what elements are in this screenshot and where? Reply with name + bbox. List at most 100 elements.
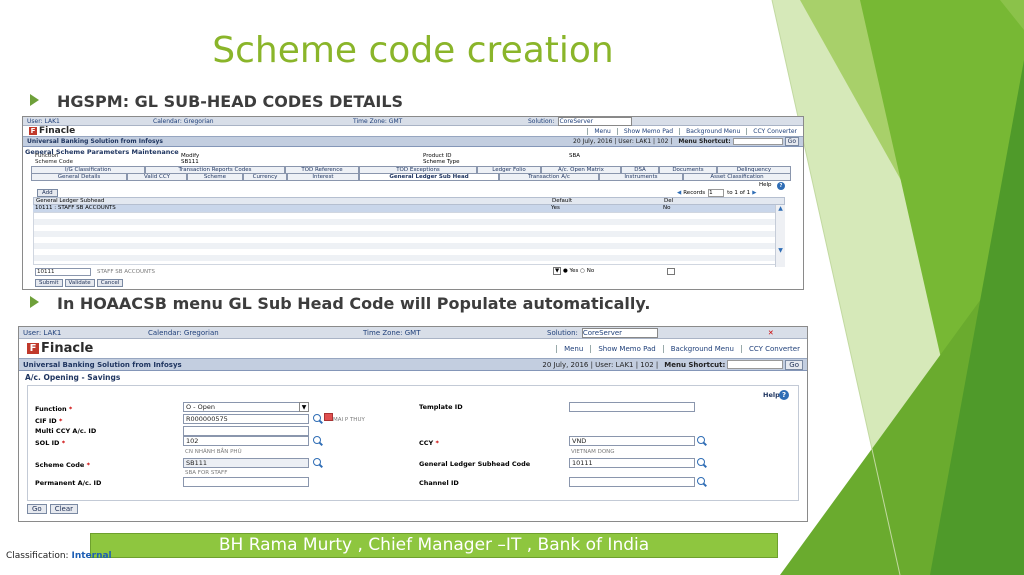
memo-pad-link[interactable]: Show Memo Pad — [616, 127, 679, 135]
add-button[interactable]: Add — [37, 189, 58, 197]
memo-pad-link[interactable]: Show Memo Pad — [590, 344, 662, 353]
gl-search-icon[interactable] — [697, 458, 708, 469]
ubs-bar: Universal Banking Solution from Infosys … — [23, 137, 803, 147]
tab-row-2: General Details Valid CCY Scheme Currenc… — [31, 173, 791, 181]
cif-id-field[interactable]: R000000575 — [183, 414, 309, 424]
tab-currency[interactable]: Currency — [243, 173, 287, 181]
tab-instruments[interactable]: Instruments — [599, 173, 683, 181]
row-subhead: 10111 : STAFF SB ACCOUNTS — [35, 205, 116, 211]
multi-ccy-field[interactable] — [183, 426, 309, 436]
record-from-input[interactable]: 1 — [708, 189, 725, 197]
cif-profile-icon[interactable] — [324, 413, 333, 421]
gl-code-field[interactable]: 10111 — [35, 268, 91, 276]
help-icon[interactable]: ? — [777, 182, 785, 190]
footer-banner: BH Rama Murty , Chief Manager –IT , Bank… — [90, 533, 778, 558]
validate-button[interactable]: Validate — [64, 279, 95, 287]
tab-gl-subhead[interactable]: General Ledger Sub Head — [359, 173, 499, 181]
permanent-ac-label: Permanent A/c. ID — [35, 479, 102, 487]
menu-shortcut-input[interactable] — [727, 360, 784, 369]
product-block: Product ID Scheme Type — [423, 153, 460, 165]
classification-value: Internal — [71, 551, 112, 561]
finacle-screenshot-ac-opening: User: LAK1 Calendar: Gregorian Time Zone… — [18, 326, 808, 522]
finacle-logo: F Finacle — [23, 126, 75, 136]
help-link[interactable]: Help — [763, 391, 780, 399]
logout-icon[interactable]: ✕ — [768, 329, 774, 337]
default-select[interactable]: ▼ — [553, 267, 562, 275]
background-menu-link[interactable]: Background Menu — [662, 344, 741, 353]
product-values: SBA — [569, 153, 580, 159]
tab-valid-ccy[interactable]: Valid CCY — [127, 173, 187, 181]
solution-select[interactable]: CoreServer — [558, 117, 633, 126]
cif-search-icon[interactable] — [313, 414, 324, 425]
help-link[interactable]: Help — [759, 182, 772, 188]
scheme-name-hint: SBA FOR STAFF — [185, 470, 228, 476]
finacle-logo-text: Finacle — [39, 126, 76, 136]
menu-link[interactable]: Menu — [587, 127, 616, 135]
sol-search-icon[interactable] — [313, 436, 324, 447]
background-menu-link[interactable]: Background Menu — [679, 127, 746, 135]
bullet-arrow-icon — [30, 94, 39, 106]
menu-shortcut-label: Menu Shortcut: — [678, 138, 731, 145]
menu-link[interactable]: Menu — [556, 344, 590, 353]
top-menus: Menu Show Memo Pad Background Menu CCY C… — [587, 127, 803, 135]
no-radio-label[interactable]: No — [587, 268, 594, 274]
ccy-search-icon[interactable] — [697, 436, 708, 447]
th-gl-subhead: General Ledger Subhead — [36, 198, 105, 204]
channel-id-field[interactable] — [569, 477, 695, 487]
action-buttons: Go Clear — [27, 504, 79, 514]
function-select[interactable]: O - Open — [183, 402, 309, 412]
sol-name-hint: CN NHÁNH BẮN PHÚ — [185, 449, 242, 455]
date-info: 20 July, 2016 | User: LAK1 | 102 | — [573, 138, 673, 145]
scheme-code-value: SB111 — [181, 159, 199, 165]
prev-record-icon[interactable]: ◀ — [677, 190, 681, 196]
permanent-ac-field[interactable] — [183, 477, 309, 487]
bullet-hoaacsb: In HOAACSB menu GL Sub Head Code will Po… — [30, 294, 650, 313]
go-button[interactable]: Go — [784, 137, 799, 146]
cancel-button[interactable]: Cancel — [96, 279, 124, 287]
action-buttons: Submit Validate Cancel — [35, 279, 124, 287]
table-row[interactable]: 10111 : STAFF SB ACCOUNTS Yes No — [33, 205, 785, 212]
clear-button[interactable]: Clear — [49, 504, 79, 514]
slide: Scheme code creation HGSPM: GL SUB-HEAD … — [0, 0, 1024, 575]
template-id-field[interactable] — [569, 402, 695, 412]
ccy-converter-link[interactable]: CCY Converter — [746, 127, 803, 135]
channel-search-icon[interactable] — [697, 477, 708, 488]
table-scrollbar[interactable]: ▲ ▼ — [775, 205, 785, 267]
sol-id-field[interactable]: 102 — [183, 436, 309, 446]
next-record-icon[interactable]: ▶ — [752, 190, 756, 196]
tab-transaction-ac[interactable]: Transaction A/c — [499, 173, 599, 181]
calendar-label: Calendar: Gregorian — [148, 328, 219, 337]
gl-subhead-label: General Ledger Subhead Code — [419, 460, 531, 468]
gl-subhead-field[interactable]: 10111 — [569, 458, 695, 468]
scheme-code-field[interactable]: SB111 — [183, 458, 309, 468]
finacle-logo: F Finacle — [19, 341, 93, 356]
page-title: A/c. Opening - Savings — [25, 373, 121, 382]
ccy-field[interactable]: VND — [569, 436, 695, 446]
menu-shortcut-input[interactable] — [732, 138, 783, 145]
slide-title: Scheme code creation — [212, 30, 614, 71]
cif-name-hint: MAI P THUY — [333, 417, 365, 423]
scheme-code-label: Scheme Code — [35, 159, 73, 165]
yes-radio-label[interactable]: Yes — [570, 268, 579, 274]
go-action-button[interactable]: Go — [27, 504, 47, 514]
sol-id-label: SOL ID * — [35, 439, 66, 447]
tab-interest[interactable]: Interest — [287, 173, 359, 181]
solution-label: Solution: — [528, 117, 555, 125]
table-header: General Ledger Subhead Default Del — [33, 197, 785, 205]
tab-asset-classification[interactable]: Asset Classification — [683, 173, 791, 181]
del-checkbox[interactable] — [667, 268, 675, 275]
ccy-converter-link[interactable]: CCY Converter — [740, 344, 807, 353]
tab-scheme[interactable]: Scheme — [187, 173, 243, 181]
help-icon[interactable]: ? — [779, 390, 789, 400]
gl-desc: STAFF SB ACCOUNTS — [97, 269, 155, 275]
solution-select[interactable]: CoreServer — [581, 327, 658, 338]
function-dropdown-icon[interactable]: ▼ — [299, 402, 309, 412]
submit-button[interactable]: Submit — [35, 279, 63, 287]
go-button[interactable]: Go — [785, 359, 803, 370]
ubs-right: 20 July, 2016 | User: LAK1 | 102 | Menu … — [573, 137, 799, 146]
records-label: Records — [683, 190, 706, 196]
logo-row: F Finacle Menu Show Memo Pad Background M… — [23, 126, 803, 137]
th-del: Del — [664, 198, 674, 204]
scheme-search-icon[interactable] — [313, 458, 324, 469]
tab-general-details[interactable]: General Details — [31, 173, 127, 181]
